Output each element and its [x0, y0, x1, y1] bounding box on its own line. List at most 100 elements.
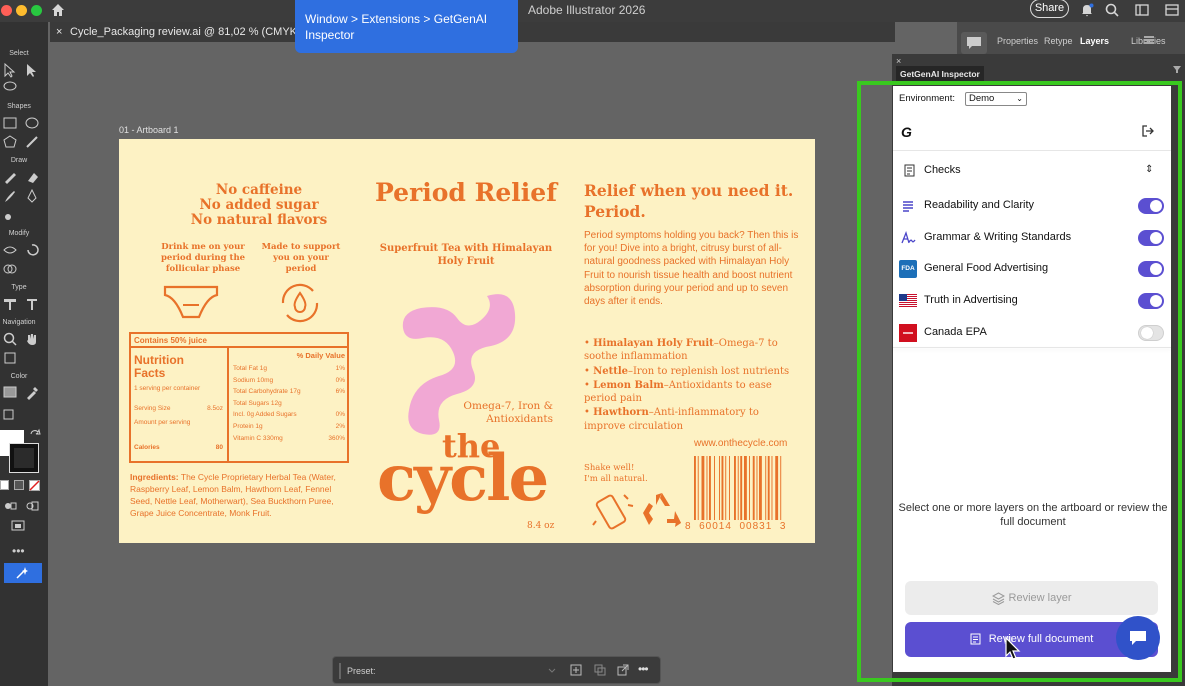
amount-per-serving-label: Amount per serving: [134, 419, 191, 426]
search-icon[interactable]: [1104, 2, 1120, 18]
eyedropper-tool-icon[interactable]: [24, 384, 40, 400]
add-icon[interactable]: [570, 664, 582, 676]
barcode-bar: [752, 456, 755, 520]
shake-bottle-icon[interactable]: [592, 491, 636, 531]
product-title[interactable]: Period Relief: [369, 179, 563, 207]
underwear-icon[interactable]: [161, 283, 221, 323]
gradient-mode-button[interactable]: [14, 480, 24, 490]
volume-label[interactable]: 8.4 oz: [527, 521, 554, 531]
product-subtitle[interactable]: Superfruit Tea with Himalayan Holy Fruit: [369, 242, 563, 268]
artboard[interactable]: No caffeine No added sugar No natural fl…: [119, 139, 815, 543]
gradient-tool-icon[interactable]: [2, 384, 18, 400]
nutrient-row: Incl. 0g Added Sugars 0%: [233, 411, 347, 419]
none-mode-icon[interactable]: [29, 480, 40, 491]
print-tiling-tool-icon[interactable]: [2, 350, 18, 366]
brand-cycle[interactable]: cycle: [377, 439, 549, 519]
support-note-text[interactable]: Made to support you on your period: [259, 242, 343, 275]
comments-panel-button[interactable]: [961, 32, 987, 54]
draw-normal-icon[interactable]: [2, 498, 18, 514]
more-options-icon[interactable]: •••: [638, 662, 649, 676]
cycle-drop-icon[interactable]: [277, 281, 323, 325]
nutrient-name: Protein 1g: [233, 423, 263, 430]
drag-handle[interactable]: [339, 663, 341, 679]
panel-options-icon[interactable]: [1172, 64, 1182, 74]
shape-builder-tool-icon[interactable]: [2, 261, 18, 277]
claims-text[interactable]: No caffeine No added sugar No natural fl…: [159, 183, 359, 228]
ingredients-text[interactable]: Ingredients: The Cycle Proprietary Herba…: [130, 471, 350, 519]
toolbar-group-draw: Draw: [10, 157, 28, 164]
swap-colors-icon[interactable]: [2, 406, 18, 422]
close-window-button[interactable]: [1, 5, 12, 16]
website-url[interactable]: www.onthecycle.com: [694, 438, 787, 449]
panel-menu-icon[interactable]: [1144, 36, 1154, 44]
bullet-dot: •: [584, 338, 594, 349]
nutrient-row: Total Fat 1g 1%: [233, 365, 347, 373]
extension-tool-button[interactable]: [4, 563, 42, 583]
serving-size-value: 8.5oz: [207, 405, 223, 412]
bullet-item: • Nettle–Iron to replenish lost nutrient…: [584, 365, 802, 378]
tab-layers[interactable]: Layers: [1080, 36, 1109, 46]
benefit-bullets[interactable]: • Himalayan Holy Fruit–Omega-7 to soothe…: [584, 337, 802, 434]
blob-brush-tool-icon[interactable]: [2, 207, 18, 223]
drink-note-text[interactable]: Drink me on your period during the folli…: [147, 242, 259, 275]
direct-selection-tool-icon[interactable]: [24, 62, 40, 78]
share-button[interactable]: Share: [1030, 0, 1069, 18]
barcode-bar: [714, 456, 715, 520]
screen-mode-icon[interactable]: [10, 518, 26, 534]
nutrition-facts-panel[interactable]: Contains 50% juice Nutrition Facts 1 ser…: [129, 332, 349, 463]
pen-tool-icon[interactable]: [24, 188, 40, 204]
tab-retype[interactable]: Retype: [1044, 36, 1073, 46]
panels-icon[interactable]: [1164, 2, 1180, 18]
rectangle-tool-icon[interactable]: [2, 115, 18, 131]
relief-body[interactable]: Period symptoms holding you back? Then t…: [584, 229, 800, 308]
magic-wand-icon: [16, 567, 28, 579]
nutrient-row: Sodium 10mg 0%: [233, 377, 347, 385]
calories-label: Calories: [134, 444, 160, 451]
rotate-tool-icon[interactable]: [24, 242, 40, 258]
omega-text[interactable]: Omega-7, Iron & Antioxidants: [419, 400, 553, 426]
preset-dropdown-icon[interactable]: [547, 665, 557, 675]
ellipse-tool-icon[interactable]: [24, 115, 40, 131]
eraser-tool-icon[interactable]: [24, 169, 40, 185]
servings-per-container: 1 serving per container: [134, 385, 201, 392]
stroke-swatch[interactable]: [9, 443, 39, 473]
selection-tool-icon[interactable]: [2, 62, 18, 78]
highlight-box: [857, 81, 1182, 682]
bullet-title: Hawthorn: [593, 407, 649, 419]
swap-fill-stroke-icon[interactable]: [29, 428, 41, 440]
preset-label: Preset:: [347, 666, 376, 676]
lasso-tool-icon[interactable]: [2, 80, 18, 96]
relief-heading[interactable]: Relief when you need it. Period.: [584, 180, 804, 222]
type-tool-icon[interactable]: [24, 296, 40, 312]
nutrient-name: Total Fat 1g: [233, 365, 267, 372]
bullet-text: –Iron to replenish lost nutrients: [627, 365, 790, 377]
nutrient-value: 0%: [335, 376, 345, 384]
close-tab-icon[interactable]: ×: [56, 22, 70, 42]
brush-tool-icon[interactable]: [2, 188, 18, 204]
barcode-bar: [756, 456, 758, 520]
tab-properties[interactable]: Properties: [997, 36, 1038, 46]
polygon-tool-icon[interactable]: [2, 134, 18, 150]
more-tools-icon[interactable]: •••: [12, 544, 25, 558]
open-external-icon[interactable]: [617, 664, 629, 676]
pencil-tool-icon[interactable]: [2, 169, 18, 185]
color-mode-button[interactable]: [0, 480, 9, 490]
barcode-bar: [740, 456, 743, 520]
group-icon[interactable]: [594, 664, 606, 676]
shake-note[interactable]: Shake well! I'm all natural.: [584, 463, 648, 485]
barcode-number[interactable]: 8 60014 00831 3: [685, 521, 807, 532]
zoom-tool-icon[interactable]: [2, 331, 18, 347]
recycle-icon[interactable]: [641, 491, 683, 529]
maximize-window-button[interactable]: [31, 5, 42, 16]
bullet-dot: •: [584, 407, 594, 419]
arrange-icon[interactable]: [1134, 2, 1150, 18]
width-tool-icon[interactable]: [2, 242, 18, 258]
hand-tool-icon[interactable]: [24, 331, 40, 347]
draw-behind-icon[interactable]: [24, 498, 40, 514]
bell-icon[interactable]: [1079, 2, 1095, 18]
minimize-window-button[interactable]: [16, 5, 27, 16]
shaper-tool-icon[interactable]: [24, 134, 40, 150]
home-icon[interactable]: [50, 2, 66, 18]
close-panel-icon[interactable]: ×: [896, 56, 901, 66]
touch-type-tool-icon[interactable]: [2, 296, 18, 312]
